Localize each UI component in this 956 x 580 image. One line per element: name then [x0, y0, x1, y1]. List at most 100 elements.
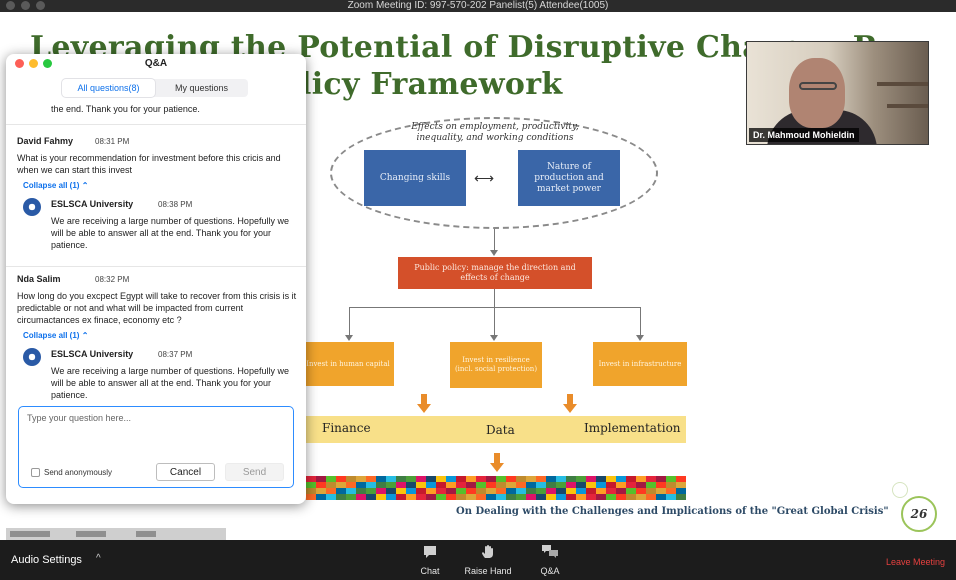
- qa-window: Q&A All questions(8) My questions the en…: [6, 54, 306, 504]
- sdg-tile: [656, 494, 666, 500]
- chevron-up-icon[interactable]: ^: [96, 553, 101, 564]
- meeting-toolbar: Audio Settings ^ Chat Raise Hand Q&A Lea…: [0, 540, 956, 580]
- sdg-tile: [426, 494, 436, 500]
- chat-label: Chat: [420, 566, 440, 576]
- meeting-title: Zoom Meeting ID: 997-570-202 Panelist(5)…: [347, 0, 609, 11]
- sdg-tile: [546, 494, 556, 500]
- question-text: What is your recommendation for investme…: [17, 153, 281, 175]
- background-shelf: [877, 82, 928, 86]
- down-arrow-icon: [490, 453, 504, 473]
- qa-button[interactable]: Q&A: [520, 544, 580, 578]
- chat-bubble-icon: [400, 544, 460, 562]
- connector-line: [640, 307, 641, 336]
- sdg-tile: [676, 494, 686, 500]
- double-arrow-icon: ⟷: [474, 170, 495, 186]
- qa-title-bar[interactable]: Q&A: [6, 54, 306, 74]
- sdg-tile: [316, 494, 326, 500]
- send-anonymously-option[interactable]: Send anonymously: [31, 468, 112, 477]
- invest-resilience-box: Invest in resilience (incl. social prote…: [450, 342, 542, 388]
- sdg-tile: [336, 494, 346, 500]
- glasses: [799, 82, 837, 90]
- sdg-tile: [436, 494, 446, 500]
- changing-skills-box: Changing skills: [364, 150, 466, 206]
- sdg-tile: [606, 494, 616, 500]
- sdg-tile: [556, 494, 566, 500]
- raise-hand-label: Raise Hand: [464, 566, 512, 576]
- qa-title: Q&A: [144, 58, 168, 69]
- sdg-tile: [366, 494, 376, 500]
- sdg-tile: [636, 494, 646, 500]
- cancel-button[interactable]: Cancel: [156, 463, 215, 481]
- window-title-bar: Zoom Meeting ID: 997-570-202 Panelist(5)…: [0, 0, 956, 12]
- connector-line: [494, 307, 495, 336]
- arrowhead: [636, 335, 644, 341]
- answer-author: ESLSCA University: [51, 199, 134, 209]
- invest-infrastructure-box: Invest in infrastructure: [593, 342, 687, 386]
- qa-tab-bar: All questions(8) My questions: [62, 79, 248, 97]
- band-finance-label: Finance: [322, 421, 371, 435]
- sdg-tile: [666, 494, 676, 500]
- slide-thumbnail-strip: [6, 528, 226, 540]
- answer-author: ESLSCA University: [51, 349, 134, 359]
- sdg-tile: [596, 494, 606, 500]
- sdg-tile: [456, 494, 466, 500]
- speaker-video[interactable]: Dr. Mahmoud Mohieldin: [746, 41, 929, 145]
- qa-label: Q&A: [540, 566, 560, 576]
- sdg-tile: [396, 494, 406, 500]
- qa-question-list[interactable]: the end. Thank you for your patience. Da…: [6, 100, 306, 404]
- sdg-tile: [536, 494, 546, 500]
- chat-button[interactable]: Chat: [400, 544, 460, 578]
- sdg-tile: [496, 494, 506, 500]
- sdg-tile: [506, 494, 516, 500]
- answer-time: 08:37 PM: [158, 350, 193, 359]
- arrowhead: [490, 250, 498, 256]
- divider: [6, 266, 306, 267]
- eslsca-logo-icon: [23, 198, 41, 216]
- sdg-tile: [386, 494, 396, 500]
- sdg-tile: [476, 494, 486, 500]
- sdg-tile: [376, 494, 386, 500]
- raise-hand-button[interactable]: Raise Hand: [458, 544, 518, 578]
- question-time: 08:31 PM: [95, 137, 130, 146]
- connector-line: [494, 229, 495, 251]
- down-arrow-icon: [563, 394, 577, 414]
- question-compose-box: Send anonymously Cancel Send: [18, 406, 294, 488]
- down-arrow-icon: [417, 394, 431, 414]
- question-author: Nda Salim: [17, 274, 61, 284]
- tab-my-questions[interactable]: My questions: [155, 79, 248, 97]
- sdg-tile: [346, 494, 356, 500]
- slide-title-line2: licy Framework: [300, 67, 563, 102]
- effects-label: Effects on employment, productivity, ine…: [411, 122, 579, 143]
- send-anonymously-label: Send anonymously: [44, 468, 113, 477]
- divider: [6, 124, 306, 125]
- sdg-tile: [516, 494, 526, 500]
- public-policy-box: Public policy: manage the direction and …: [398, 257, 592, 289]
- chevron-up-icon: ⌃: [81, 181, 89, 190]
- collapse-all-link[interactable]: Collapse all (1) ⌃: [23, 331, 88, 340]
- invest-human-capital-box: Invest in human capital: [302, 342, 394, 386]
- speaker-name-tag: Dr. Mahmoud Mohieldin: [749, 128, 859, 142]
- slide-footer-caption: On Dealing with the Challenges and Impli…: [456, 506, 889, 517]
- band-data-label: Data: [486, 423, 515, 437]
- sdg-tile: [406, 494, 416, 500]
- sdg-tile: [486, 494, 496, 500]
- sdg-icons-strip: [306, 476, 686, 500]
- background-shelf: [887, 104, 928, 108]
- qa-bubbles-icon: [520, 544, 580, 562]
- collapse-all-link[interactable]: Collapse all (1) ⌃: [23, 181, 88, 190]
- sdg-tile: [566, 494, 576, 500]
- partial-answer-text: the end. Thank you for your patience.: [51, 104, 200, 114]
- send-button[interactable]: Send: [225, 463, 284, 481]
- connector-line: [494, 289, 495, 307]
- sdg-tile: [526, 494, 536, 500]
- sdg-tile: [576, 494, 586, 500]
- audio-settings-button[interactable]: Audio Settings: [11, 554, 82, 566]
- leave-meeting-button[interactable]: Leave Meeting: [886, 557, 945, 567]
- connector-line: [349, 307, 350, 336]
- slide-page-number: 26: [901, 496, 937, 532]
- chevron-up-icon: ⌃: [81, 331, 89, 340]
- send-anonymously-checkbox[interactable]: [31, 468, 40, 477]
- hand-icon: [458, 544, 518, 562]
- question-input[interactable]: [27, 413, 285, 449]
- tab-all-questions[interactable]: All questions(8): [62, 79, 155, 97]
